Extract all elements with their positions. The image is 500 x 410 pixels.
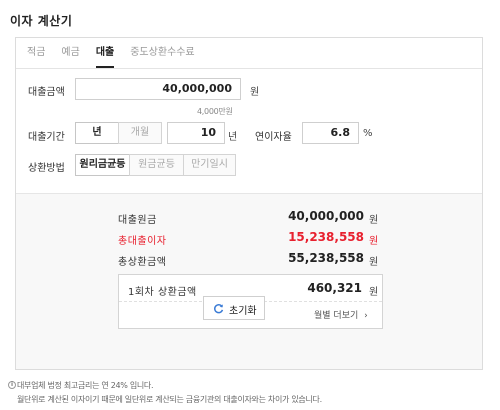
page-title: 이자 계산기 — [10, 14, 73, 28]
loan-amount-label: 대출금액 — [28, 87, 65, 98]
total-repayment-label: 총상환금액 — [118, 257, 167, 268]
info-icon: i — [8, 381, 16, 389]
repayment-method-label: 상환방법 — [28, 163, 65, 174]
period-unit-year-button[interactable]: 년 — [75, 122, 119, 144]
reset-label: 초기화 — [229, 306, 257, 317]
tab-loan[interactable]: 대출 — [95, 46, 115, 68]
tab-savings[interactable]: 적금 — [27, 46, 45, 68]
tab-divider — [16, 68, 482, 69]
note-monthly-calc: 월단위로 계산된 이자이기 때문에 일단위로 계산되는 금융기관의 대출이자와는… — [17, 395, 322, 404]
interest-rate-unit: % — [363, 128, 373, 139]
first-payment-unit: 원 — [369, 287, 379, 298]
interest-rate-input[interactable]: 6.8 — [302, 122, 359, 144]
chevron-right-icon: › — [364, 311, 368, 321]
loan-amount-hint: 4,000만원 — [197, 107, 233, 116]
total-interest-value: 15,238,558 — [288, 230, 364, 244]
total-interest-unit: 원 — [369, 236, 379, 247]
tab-deposit[interactable]: 예금 — [61, 46, 79, 68]
principal-label: 대출원금 — [118, 215, 157, 226]
note-max-rate: 대부업체 법정 최고금리는 연 24% 입니다. — [17, 381, 154, 390]
monthly-more-label: 월별 더보기 — [314, 311, 359, 321]
repayment-bullet-button[interactable]: 만기일시 — [183, 154, 236, 176]
total-repayment-value: 55,238,558 — [288, 251, 364, 265]
tab-prepayment-fee[interactable]: 중도상환수수료 — [130, 46, 194, 68]
principal-unit: 원 — [369, 215, 379, 226]
principal-value: 40,000,000 — [288, 209, 364, 223]
loan-amount-unit: 원 — [250, 87, 260, 98]
loan-period-unit: 년 — [228, 132, 238, 143]
first-payment-label: 1회차 상환금액 — [128, 287, 197, 298]
first-payment-value: 460,321 — [307, 281, 362, 295]
total-interest-label: 총대출이자 — [118, 236, 167, 247]
monthly-more-link[interactable]: 월별 더보기 › — [314, 308, 368, 322]
interest-rate-label: 연이자율 — [255, 132, 292, 143]
repayment-equal-principal-button[interactable]: 원금균등 — [129, 154, 184, 176]
repayment-equal-installment-button[interactable]: 원리금균등 — [75, 154, 130, 176]
period-unit-month-button[interactable]: 개월 — [118, 122, 162, 144]
refresh-icon — [213, 303, 224, 317]
result-area: 대출원금 40,000,000 원 총대출이자 15,238,558 원 총상환… — [16, 193, 482, 369]
calculator-panel: 적금 예금 대출 중도상환수수료 대출금액 40,000,000 원 4,000… — [15, 37, 483, 370]
calculator-tabs: 적금 예금 대출 중도상환수수료 — [27, 46, 211, 68]
loan-period-input[interactable]: 10 — [167, 122, 225, 144]
loan-period-label: 대출기간 — [28, 132, 65, 143]
loan-amount-input[interactable]: 40,000,000 — [75, 78, 241, 100]
total-repayment-unit: 원 — [369, 257, 379, 268]
reset-button[interactable]: 초기화 — [203, 296, 265, 320]
